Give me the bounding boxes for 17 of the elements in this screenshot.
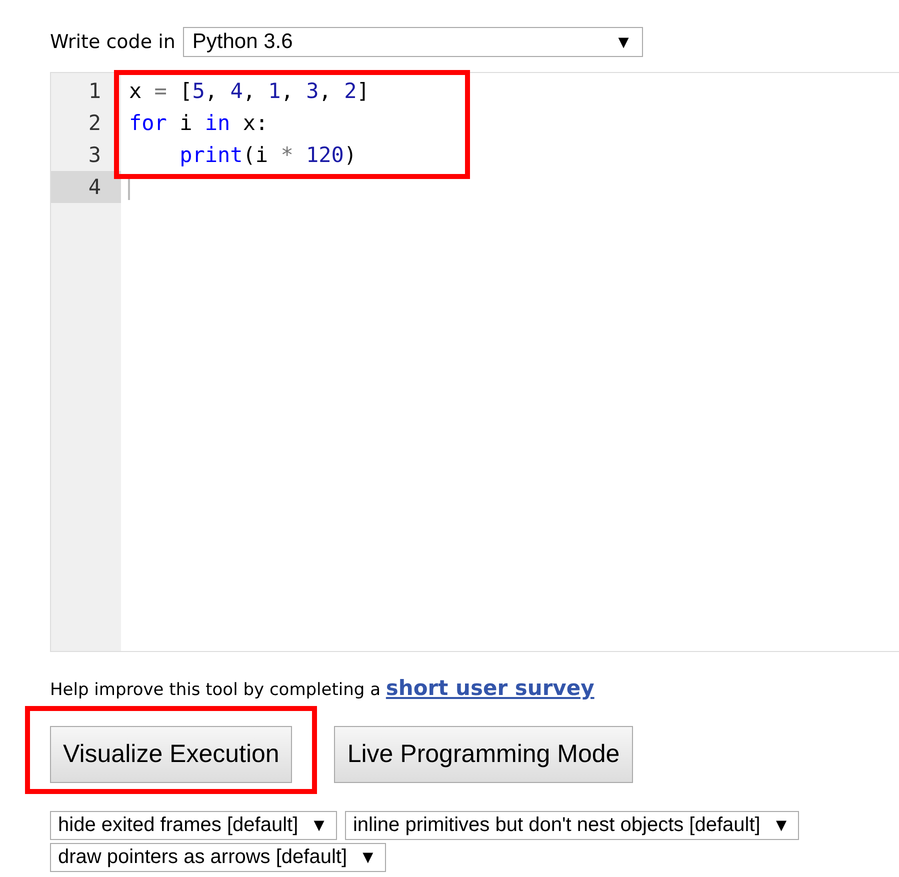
survey-link[interactable]: short user survey bbox=[386, 676, 594, 700]
language-dropdown[interactable]: Python 3.6 ▼ bbox=[183, 27, 644, 57]
survey-note: Help improve this tool by completing a short user survey bbox=[50, 676, 596, 700]
code-line: for i in x: bbox=[129, 110, 268, 137]
mode-button[interactable]: Visualize Execution bbox=[50, 726, 292, 783]
option-dropdown[interactable]: draw pointers as arrows [default] ▼ bbox=[50, 843, 386, 872]
line-number: 4 bbox=[51, 171, 121, 203]
code-editor[interactable]: 1 2 3 4 x = [5, 4, 1, 3, 2] for i in x: print(i * 120) bbox=[50, 72, 899, 652]
code-line: print(i * 120) bbox=[180, 142, 357, 169]
line-number: 3 bbox=[87, 142, 102, 169]
option-dropdown[interactable]: hide exited frames [default] ▼ bbox=[50, 811, 337, 840]
line-number: 2 bbox=[87, 110, 102, 137]
language-label: Write code in bbox=[50, 31, 176, 53]
option-dropdown[interactable]: inline primitives but don't nest objects [default] ▼ bbox=[344, 811, 800, 840]
line-number: 1 bbox=[87, 78, 102, 105]
mode-button[interactable]: Live Programming Mode bbox=[334, 726, 633, 783]
code-line: x = [5, 4, 1, 3, 2] bbox=[129, 78, 370, 105]
